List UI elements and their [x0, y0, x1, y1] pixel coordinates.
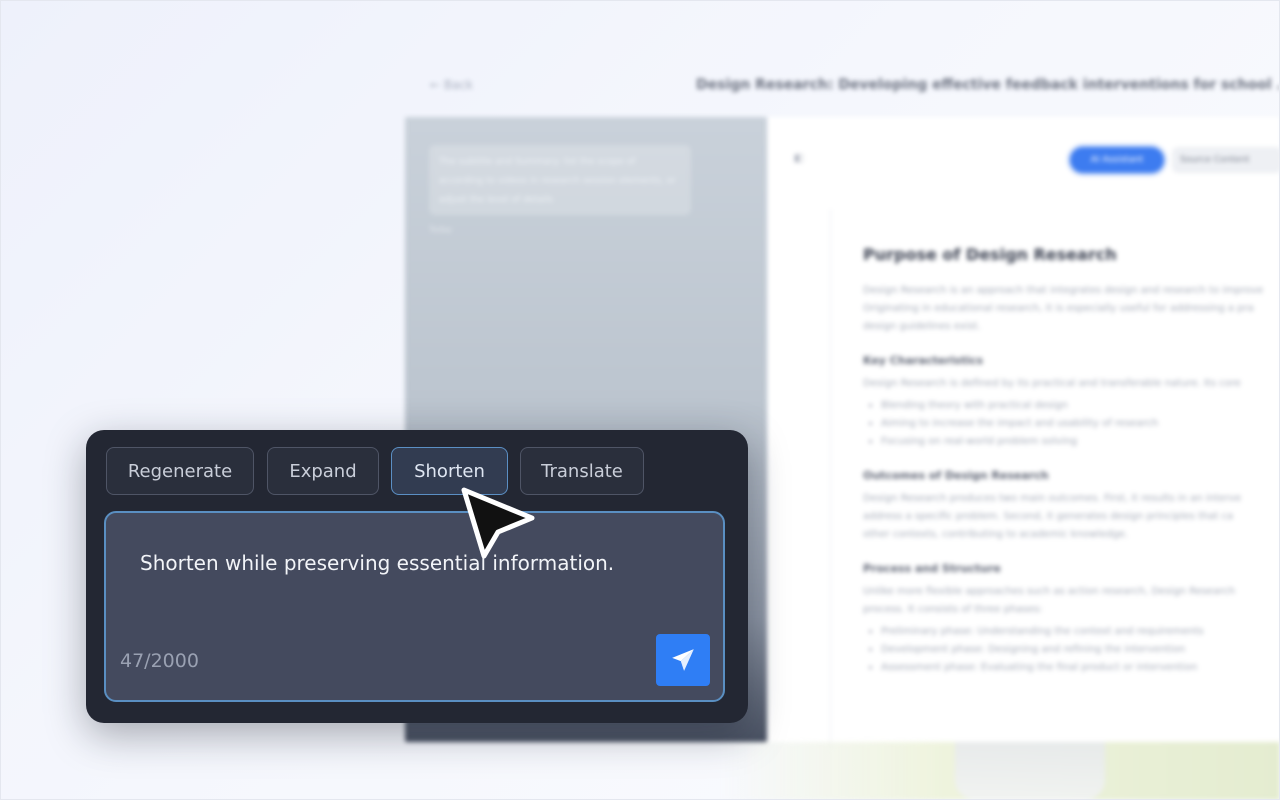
document-heading: Purpose of Design Research [863, 245, 1117, 264]
chat-timestamp: Today [429, 225, 453, 234]
document-title: Design Research: Developing effective fe… [696, 77, 1280, 93]
prompt-input[interactable]: Shorten while preserving essential infor… [104, 511, 725, 702]
section-bullets: Blending theory with practical design Ai… [881, 397, 1280, 451]
intro-line: design guidelines exist. [863, 321, 981, 332]
section-text: other contexts, contributing to academic… [863, 529, 1129, 540]
send-button[interactable] [656, 634, 710, 686]
section-title: Outcomes of Design Research [863, 469, 1049, 482]
chat-bubble: The subtitle and Summary: list the scope… [429, 145, 691, 215]
back-label: Back [443, 78, 474, 92]
prompt-text[interactable]: Shorten while preserving essential infor… [140, 551, 693, 575]
send-icon [672, 649, 694, 671]
section-text: Design Research is defined by its practi… [863, 378, 1241, 389]
bullet-item: Focusing on real-world problem solving [881, 433, 1280, 451]
section-text: Design Research produces two main outcom… [863, 493, 1242, 504]
back-link[interactable]: ← Back [430, 78, 473, 92]
intro-line: Design Research is an approach that inte… [863, 285, 1264, 296]
shorten-button[interactable]: Shorten [391, 447, 508, 495]
monitor-stand [955, 742, 1105, 800]
translate-button[interactable]: Translate [520, 447, 644, 495]
regenerate-button[interactable]: Regenerate [106, 447, 254, 495]
section-title: Key Characteristics [863, 354, 984, 367]
section-title: Process and Structure [863, 562, 1001, 575]
character-counter: 47/2000 [120, 650, 199, 672]
collapse-icon[interactable]: ◧ [794, 153, 803, 164]
bullet-item: Aiming to increase the impact and usabil… [881, 415, 1280, 433]
bullet-item: Assessment phase: Evaluating the final p… [881, 659, 1280, 677]
ai-edit-panel: Regenerate Expand Shorten Translate Shor… [86, 430, 748, 723]
section-text: address a specific problem. Second, it g… [863, 511, 1234, 522]
section-text: process. It consists of three phases: [863, 604, 1043, 615]
section-bullets: Preliminary phase: Understanding the con… [881, 623, 1280, 677]
top-bar: ← Back Design Research: Developing effec… [400, 62, 1280, 114]
document-pane: ◧ AI Assistant Source Content Purpose of… [768, 117, 1280, 749]
ai-assistant-button[interactable]: AI Assistant [1070, 147, 1164, 173]
section-text: Unlike more flexible approaches such as … [863, 586, 1236, 597]
intro-line: Originating in educational research, it … [863, 303, 1254, 314]
source-content-button[interactable]: Source Content [1172, 147, 1280, 173]
bullet-item: Development phase: Designing and refinin… [881, 641, 1280, 659]
document-content: Purpose of Design Research Design Resear… [830, 209, 1280, 749]
expand-button[interactable]: Expand [267, 447, 379, 495]
bullet-item: Preliminary phase: Understanding the con… [881, 623, 1280, 641]
bullet-item: Blending theory with practical design [881, 397, 1280, 415]
